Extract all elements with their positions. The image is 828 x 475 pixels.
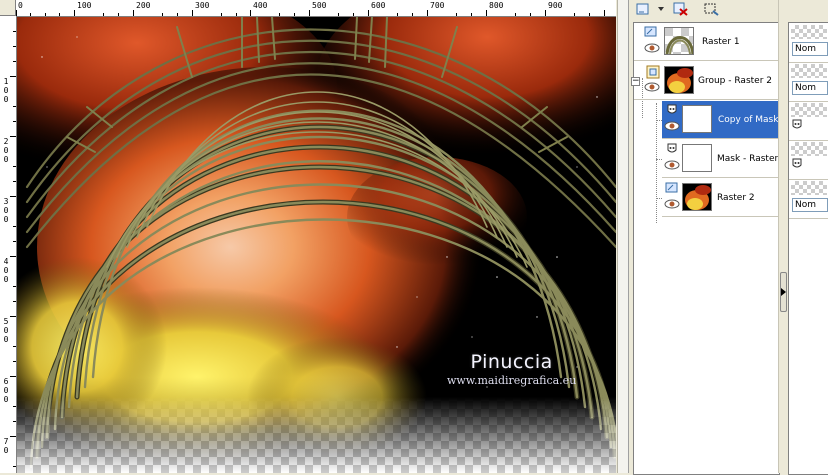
blend-row-raster-2: Nom [789, 179, 828, 219]
new-layer-button[interactable] [633, 0, 653, 18]
layer-name: Raster 1 [702, 37, 740, 47]
ruler-left-label-200-2: 0 [3, 146, 9, 155]
layer-properties-column: Nom Nom Nom [788, 0, 828, 475]
blend-row-copy-of-mask [789, 101, 828, 141]
ruler-left-label-600-1: 6 [3, 377, 9, 386]
layer-name: Copy of Mask [718, 115, 778, 125]
ruler-label-700: 700 [430, 1, 445, 10]
canvas-vertical-scrollbar[interactable] [617, 0, 628, 473]
ruler-label-200: 200 [136, 1, 151, 10]
ruler-left-label-100-2: 0 [3, 86, 9, 95]
layer-row-mask-raster-2[interactable]: Mask - Raster 2 [662, 140, 779, 178]
layer-name: Group - Raster 2 [698, 76, 772, 86]
blend-row-mask [789, 140, 828, 180]
layer-name: Raster 2 [717, 193, 755, 203]
ruler-label-900: 900 [548, 1, 563, 10]
ruler-label-300: 300 [195, 1, 210, 10]
blend-mode-dropdown[interactable]: Nom [792, 42, 828, 56]
blend-row-raster-1: Nom [789, 23, 828, 63]
ruler-vertical: 1 0 0 2 0 0 3 0 0 4 0 0 5 0 0 6 0 0 7 0 [0, 16, 17, 473]
composition-artwork [17, 17, 616, 473]
chevron-right-icon [781, 288, 786, 296]
layer-row-raster-2[interactable]: Raster 2 [662, 179, 779, 217]
ruler-left-label-600-3: 0 [3, 395, 9, 404]
canvas-area: 0 100 200 300 400 500 600 700 800 900 1 … [0, 0, 628, 473]
ruler-horizontal: 0 100 200 300 400 500 600 700 800 900 [16, 0, 616, 17]
ruler-left-label-300-3: 0 [3, 215, 9, 224]
ruler-left-label-600-2: 0 [3, 386, 9, 395]
watermark-name: Pinuccia [470, 351, 553, 373]
visibility-eye-icon[interactable] [664, 160, 680, 170]
raster-layer-icon [665, 182, 678, 193]
layer-thumbnail-mask-raster-2 [682, 144, 712, 172]
visibility-eye-icon[interactable] [644, 82, 660, 92]
ruler-left-label-100-3: 0 [3, 95, 9, 104]
mask-layer-icon [667, 143, 677, 153]
layers-list: Raster 1 Group - Raster 2 Copy of Mask M… [633, 22, 780, 475]
ruler-label-500: 500 [312, 1, 327, 10]
ruler-label-800: 800 [489, 1, 504, 10]
ruler-corner [0, 0, 16, 16]
new-layer-icon [636, 3, 649, 15]
ruler-left-label-400-1: 4 [3, 257, 9, 266]
group-collapse-toggle[interactable]: − [631, 77, 640, 86]
ruler-left-label-300-1: 3 [3, 197, 9, 206]
layer-row-raster-1[interactable]: Raster 1 [634, 23, 779, 61]
mask-icon [792, 119, 802, 129]
mask-icon [792, 158, 802, 168]
ruler-label-100: 100 [77, 1, 92, 10]
layers-toolbar [629, 0, 779, 20]
chevron-down-icon [658, 7, 664, 11]
edit-selection-button[interactable] [701, 0, 721, 18]
ruler-label-400: 400 [253, 1, 268, 10]
layer-thumbnail-copy-of-mask [682, 105, 712, 133]
blend-mode-list: Nom Nom Nom [788, 22, 828, 475]
ruler-left-label-500-1: 5 [3, 317, 9, 326]
ruler-left-label-200-3: 0 [3, 155, 9, 164]
mask-layer-icon [667, 104, 677, 114]
ruler-left-label-500-2: 0 [3, 326, 9, 335]
selection-marquee-icon [704, 3, 719, 16]
layer-thumbnail-group [664, 66, 694, 94]
ruler-left-label-700-2: 0 [3, 446, 9, 455]
ruler-left-label-300-2: 0 [3, 206, 9, 215]
layer-row-copy-of-mask[interactable]: Copy of Mask [662, 101, 779, 139]
layers-palette: Raster 1 Group - Raster 2 Copy of Mask M… [628, 0, 780, 475]
ruler-left-label-500-3: 0 [3, 335, 9, 344]
raster-layer-icon [644, 26, 657, 37]
image-canvas[interactable]: Pinuccia www.maidiregrafica.eu [17, 17, 616, 473]
delete-layer-icon [673, 2, 688, 16]
ruler-label-600: 600 [371, 1, 386, 10]
splitter-grip[interactable] [780, 272, 787, 312]
ruler-left-label-400-3: 0 [3, 275, 9, 284]
layer-options-dropdown[interactable] [651, 0, 671, 18]
ruler-left-label-200-1: 2 [3, 137, 9, 146]
blend-mode-dropdown[interactable]: Nom [792, 198, 828, 212]
watermark-url: www.maidiregrafica.eu [447, 374, 577, 387]
blend-row-group: Nom [789, 62, 828, 102]
ruler-left-label-700-1: 7 [3, 437, 9, 446]
blend-mode-dropdown[interactable]: Nom [792, 81, 828, 95]
group-layer-icon [646, 65, 660, 79]
visibility-eye-icon[interactable] [664, 121, 680, 131]
watermark: Pinuccia www.maidiregrafica.eu [447, 351, 576, 387]
layer-thumbnail-raster-1 [664, 27, 694, 55]
ruler-label-0: 0 [18, 1, 23, 10]
layer-name: Mask - Raster 2 [717, 154, 779, 164]
visibility-eye-icon[interactable] [664, 199, 680, 209]
layer-thumbnail-raster-2 [682, 183, 712, 211]
delete-layer-button[interactable] [671, 0, 691, 18]
ruler-left-label-400-2: 0 [3, 266, 9, 275]
visibility-eye-icon[interactable] [644, 43, 660, 53]
ruler-left-label-100-1: 1 [3, 77, 9, 86]
layer-row-group-raster-2[interactable]: Group - Raster 2 [634, 62, 779, 100]
